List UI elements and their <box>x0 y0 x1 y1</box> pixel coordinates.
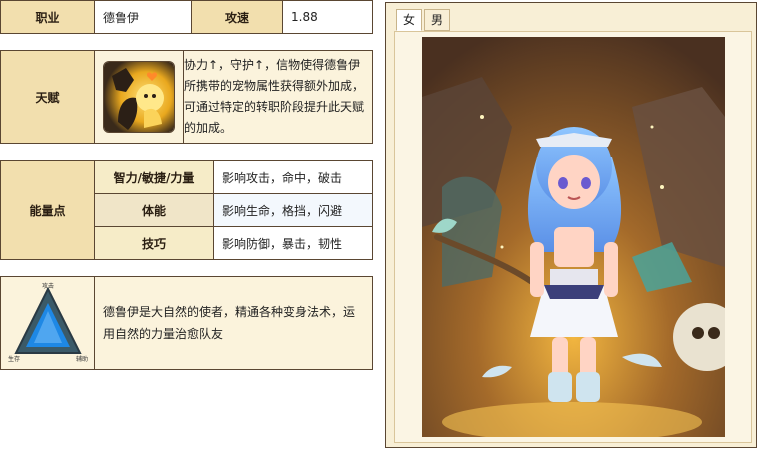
stat-effect: 影响攻击，命中，破击 <box>213 160 373 194</box>
druid-talent-icon <box>103 61 175 133</box>
role-description: 德鲁伊是大自然的使者，精通各种变身法术，运用自然的力量治愈队友 <box>94 276 373 370</box>
triangle-label-right: 辅助 <box>75 355 87 363</box>
speed-value: 1.88 <box>282 0 373 34</box>
talent-description: 协力↑，守护↑，信物使得德鲁伊所携带的宠物属性获得额外加成，可通过特定的转职阶段… <box>183 50 373 144</box>
talent-label: 天赋 <box>0 50 95 144</box>
tab-male[interactable]: 男 <box>424 9 450 31</box>
triangle-label-top: 攻击 <box>41 282 53 290</box>
stat-name: 技巧 <box>94 226 214 260</box>
stat-effect: 影响生命，格挡，闪避 <box>213 193 373 227</box>
class-value: 德鲁伊 <box>94 0 192 34</box>
role-table: 攻击 生存 辅助 德鲁伊是大自然的使者，精通各种变身法术，运用自然的力量治愈队友 <box>0 276 373 370</box>
druid-character-portrait <box>422 37 725 437</box>
speed-label: 攻速 <box>191 0 283 34</box>
stat-name: 体能 <box>94 193 214 227</box>
energy-label: 能量点 <box>0 160 95 260</box>
class-label: 职业 <box>0 0 95 34</box>
character-panel: 女 男 <box>385 2 757 448</box>
role-triangle-chart: 攻击 生存 辅助 <box>7 282 87 363</box>
tab-female[interactable]: 女 <box>396 9 422 31</box>
triangle-label-left: 生存 <box>8 355 20 363</box>
class-info-table: 职业 德鲁伊 攻速 1.88 <box>0 0 373 34</box>
stat-effect: 影响防御，暴击，韧性 <box>213 226 373 260</box>
talent-table: 天赋 协力↑，守护↑，信物使得德鲁伊所携带的宠物属性获得额外加成，可通过特定的转… <box>0 50 373 144</box>
energy-table: 能量点 智力/敏捷/力量 影响攻击，命中，破击 体能 影响生命，格挡，闪避 技巧… <box>0 160 373 260</box>
portrait-frame <box>394 31 752 443</box>
stat-name: 智力/敏捷/力量 <box>94 160 214 194</box>
